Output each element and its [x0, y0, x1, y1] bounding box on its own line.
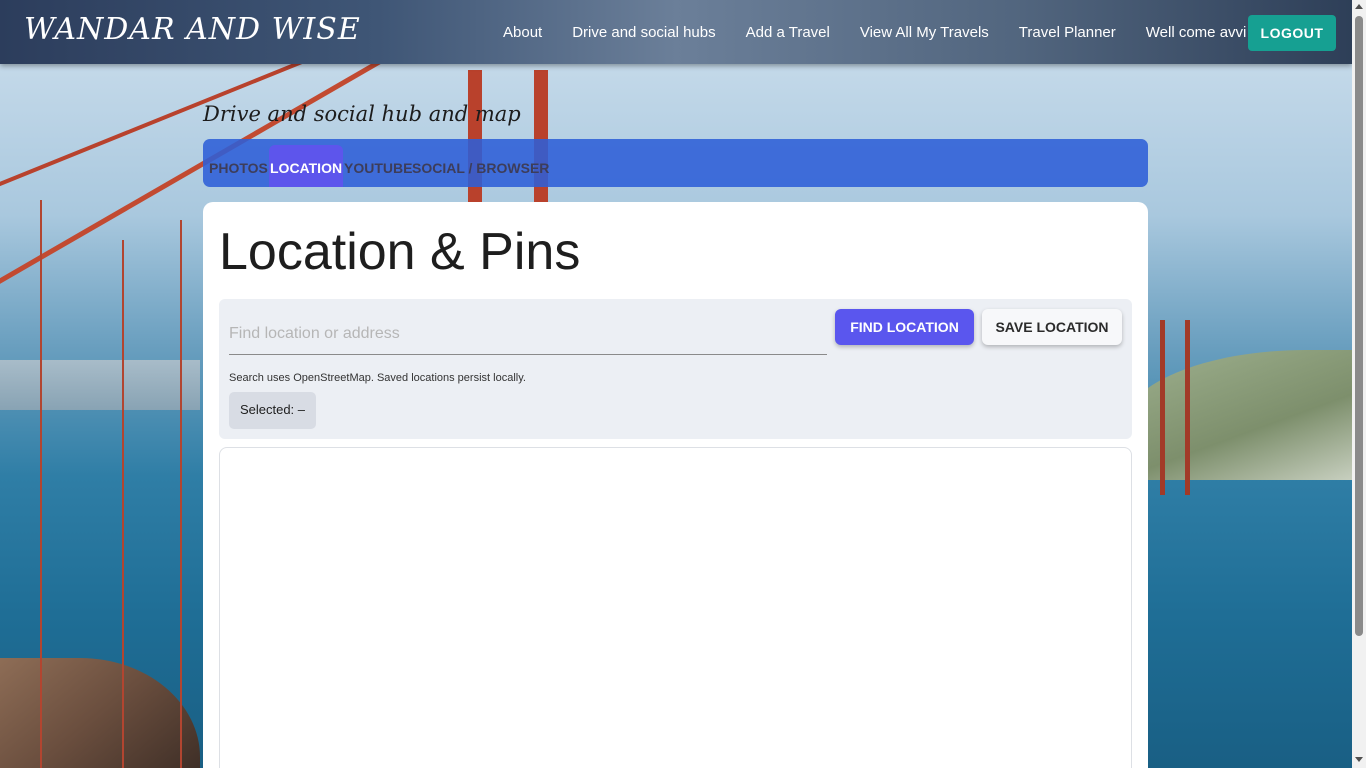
map-container[interactable] — [219, 447, 1132, 768]
location-search-input[interactable] — [229, 313, 827, 355]
bridge-suspender — [180, 220, 182, 768]
tab-location[interactable]: LOCATION — [269, 145, 344, 187]
logout-button[interactable]: LOGOUT — [1248, 15, 1336, 51]
bridge-suspender — [122, 240, 124, 768]
tab-youtube[interactable]: YOUTUBE — [344, 145, 412, 187]
tab-social-browser[interactable]: SOCIAL / BROWSER — [412, 145, 549, 187]
nav-view-travels[interactable]: View All My Travels — [860, 24, 989, 41]
top-navbar: WANDAR AND WISE About Drive and social h… — [0, 0, 1352, 64]
nav-about[interactable]: About — [503, 24, 542, 41]
scroll-down-icon[interactable] — [1355, 757, 1363, 762]
nav-links: About Drive and social hubs Add a Travel… — [503, 0, 1276, 64]
tab-photos[interactable]: PHOTOS — [209, 145, 268, 187]
search-panel: FIND LOCATION SAVE LOCATION Search uses … — [219, 299, 1132, 439]
background-city — [0, 360, 200, 410]
scroll-thumb[interactable] — [1355, 16, 1363, 636]
bridge-tower — [1160, 320, 1190, 495]
nav-drive-social-hubs[interactable]: Drive and social hubs — [572, 24, 715, 41]
hub-tabs: PHOTOS LOCATION YOUTUBE SOCIAL / BROWSER — [203, 139, 1148, 187]
location-card: Location & Pins FIND LOCATION SAVE LOCAT… — [203, 202, 1148, 768]
background-hills — [1122, 350, 1352, 480]
save-location-button[interactable]: SAVE LOCATION — [982, 309, 1122, 345]
page-title: Location & Pins — [219, 223, 581, 281]
selected-location-chip: Selected: – — [229, 392, 316, 429]
nav-add-travel[interactable]: Add a Travel — [746, 24, 830, 41]
bridge-suspender — [40, 200, 42, 768]
nav-welcome-user[interactable]: Well come avvi — [1146, 24, 1247, 41]
brand-logo[interactable]: WANDAR AND WISE — [24, 12, 361, 47]
search-note: Search uses OpenStreetMap. Saved locatio… — [229, 372, 526, 384]
nav-travel-planner[interactable]: Travel Planner — [1019, 24, 1116, 41]
background-cliff — [0, 658, 200, 768]
page-scrollbar[interactable] — [1352, 0, 1366, 768]
hub-title: Drive and social hub and map — [203, 102, 521, 126]
scroll-up-icon[interactable] — [1355, 4, 1363, 9]
find-location-button[interactable]: FIND LOCATION — [835, 309, 974, 345]
